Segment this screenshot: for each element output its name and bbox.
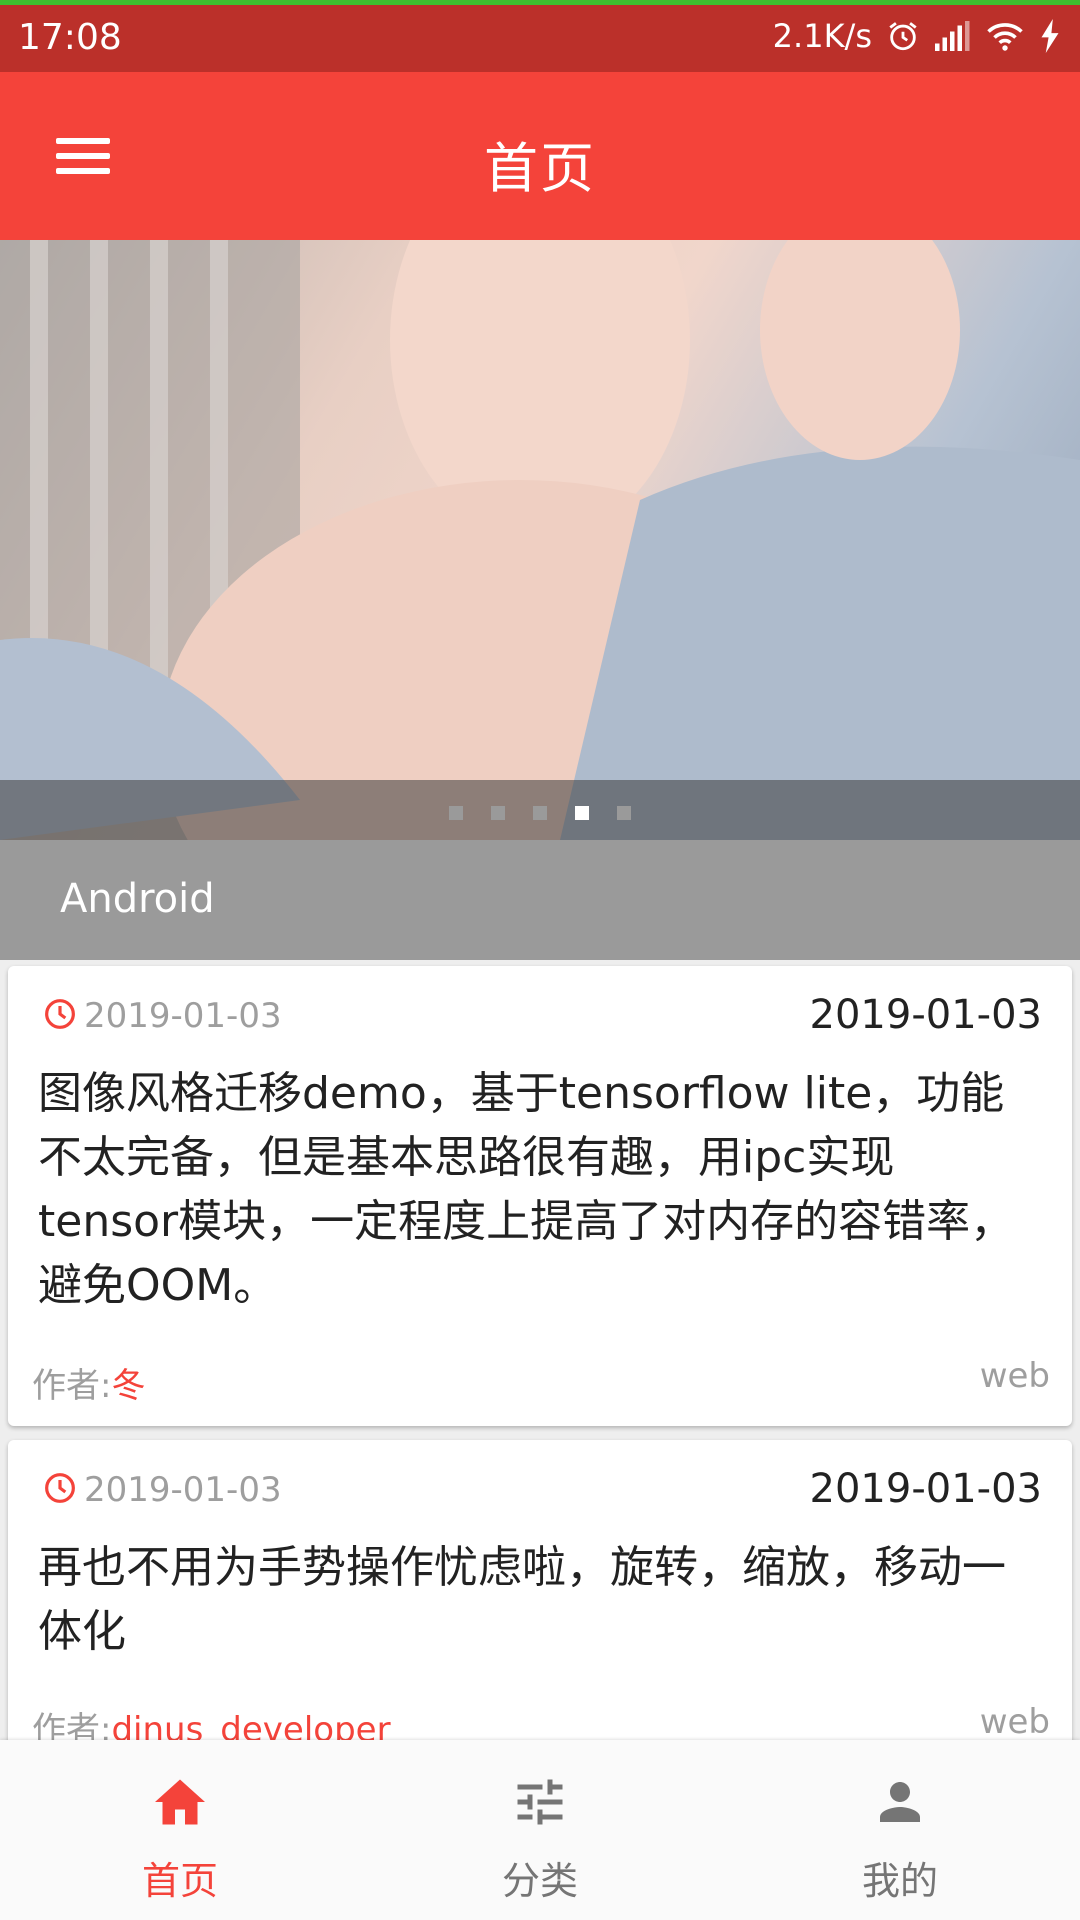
author-label: 作者: bbox=[32, 1366, 112, 1406]
clock-icon bbox=[45, 1473, 75, 1503]
page-title: 首页 bbox=[484, 137, 596, 200]
bottom-navigation: 首页 分类 我的 bbox=[0, 1740, 1080, 1920]
article-description: 再也不用为手势操作忧虑啦，旋转，缩放，移动一体化 bbox=[38, 1542, 1006, 1657]
network-speed: 2.1K/s bbox=[772, 17, 872, 55]
banner-dot[interactable] bbox=[533, 806, 547, 820]
status-icons: 2.1K/s bbox=[773, 17, 1062, 55]
article-source: web bbox=[979, 1702, 1050, 1742]
banner-dot[interactable] bbox=[617, 806, 631, 820]
card-header: 2019-01-03 2019-01-03 bbox=[38, 992, 1042, 1042]
category-label: Android bbox=[60, 876, 215, 922]
nav-item-mine[interactable]: 我的 bbox=[720, 1740, 1080, 1920]
signal-icon bbox=[935, 21, 970, 51]
alarm-icon bbox=[889, 22, 917, 51]
home-icon bbox=[155, 1779, 205, 1825]
app-bar: 首页 bbox=[0, 72, 1080, 240]
article-card[interactable]: 2019-01-03 2019-01-03 再也不用为手势操作忧虑啦，旋转，缩放… bbox=[8, 1440, 1072, 1770]
banner-image bbox=[0, 240, 1080, 840]
status-bar: 17:08 2.1K/s bbox=[0, 0, 1080, 72]
nav-item-category[interactable]: 分类 bbox=[360, 1740, 720, 1920]
card-header: 2019-01-03 2019-01-03 bbox=[38, 1466, 1042, 1516]
person-icon bbox=[880, 1782, 920, 1822]
banner-carousel[interactable] bbox=[0, 240, 1080, 840]
category-header: Android bbox=[0, 840, 1080, 960]
nav-item-home[interactable]: 首页 bbox=[0, 1740, 360, 1920]
article-date-small: 2019-01-03 bbox=[84, 1470, 282, 1510]
nav-label-mine: 我的 bbox=[861, 1859, 938, 1903]
author-name[interactable]: 冬 bbox=[111, 1366, 145, 1406]
banner-dots bbox=[0, 806, 1080, 820]
status-time: 17:08 bbox=[18, 17, 122, 58]
banner-dot[interactable] bbox=[449, 806, 463, 820]
banner-dot[interactable] bbox=[491, 806, 505, 820]
nav-label-home: 首页 bbox=[141, 1859, 218, 1903]
article-source: web bbox=[979, 1356, 1050, 1396]
clock-icon bbox=[45, 999, 75, 1029]
wifi-icon bbox=[987, 23, 1023, 51]
article-author: 作者:冬 bbox=[32, 1358, 145, 1407]
article-description: 图像风格迁移demo，基于tensorflow lite，功能不太完备，但是基本… bbox=[38, 1068, 1015, 1311]
sliders-icon bbox=[517, 1779, 563, 1825]
article-date: 2019-01-03 bbox=[809, 992, 1042, 1038]
charging-icon bbox=[1041, 19, 1059, 53]
article-date: 2019-01-03 bbox=[809, 1466, 1042, 1512]
banner-indicator-bar bbox=[0, 780, 1080, 840]
banner-dot[interactable] bbox=[575, 806, 589, 820]
article-card[interactable]: 2019-01-03 2019-01-03 图像风格迁移demo，基于tenso… bbox=[8, 966, 1072, 1426]
nav-label-category: 分类 bbox=[501, 1859, 578, 1903]
article-date-small: 2019-01-03 bbox=[84, 996, 282, 1036]
